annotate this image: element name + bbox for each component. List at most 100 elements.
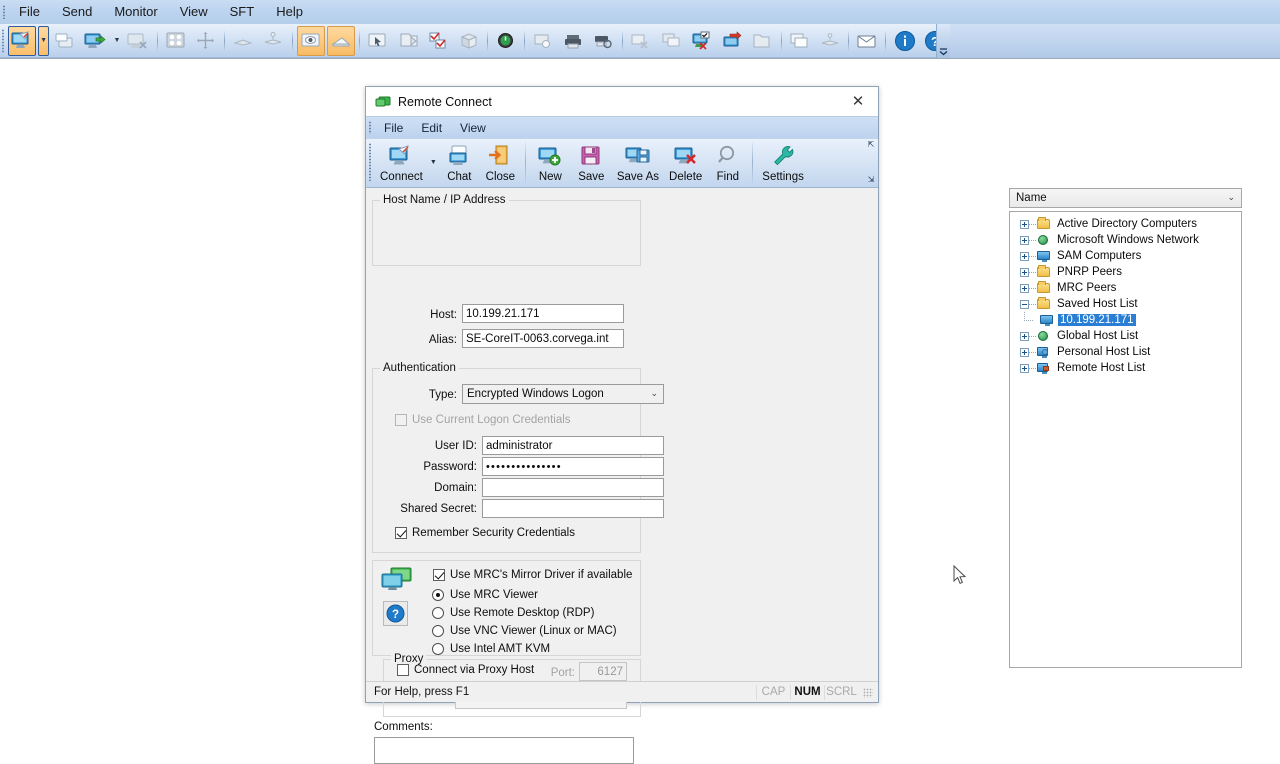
toolbar-printer-icon[interactable] [560,26,588,56]
app-menu-sft[interactable]: SFT [219,1,266,23]
ribbon-more-icon[interactable]: ⇲ [868,176,875,184]
toolbar-check-screen-icon[interactable] [688,26,716,56]
tree-column-header[interactable]: Name ⌄ [1009,188,1242,208]
resize-grip[interactable] [860,685,874,699]
remember-credentials-checkbox[interactable]: Remember Security Credentials [395,527,575,539]
expander-plus-icon[interactable] [1020,236,1029,245]
tree-item-host-10-199-21-171[interactable]: 10.199.21.171 [1012,312,1241,328]
ribbon-connect-button[interactable]: Connect [375,139,428,187]
expander-plus-icon[interactable] [1020,364,1029,373]
toolbar-remote-control-dropdown-icon[interactable]: ▼ [38,26,49,56]
toolbar-package-icon[interactable] [455,26,483,56]
toolbar-deploy-icon[interactable] [259,26,287,56]
dialog-menu-view[interactable]: View [451,119,495,137]
dialog-title-bar[interactable]: Remote Connect ✕ [366,87,878,116]
toolbar-folder-delete-icon[interactable] [748,26,776,56]
ribbon-expand-controls[interactable]: ⇱ ⇲ [865,139,877,187]
viewer-help-icon[interactable]: ? [383,601,408,626]
mirror-driver-checkbox[interactable]: Use MRC's Mirror Driver if available [433,569,632,581]
toolbar-overflow-button[interactable] [936,24,950,58]
ribbon-close-button[interactable]: Close [480,139,521,187]
alias-input[interactable]: SE-CoreIT-0063.corvega.int [462,329,624,348]
toolbar-checklist-icon[interactable] [425,26,453,56]
app-menu-send[interactable]: Send [51,1,103,23]
proxy-port-input[interactable]: 6127 [579,662,627,681]
tree-item-active-directory-computers[interactable]: Active Directory Computers [1012,216,1241,232]
menu-grip[interactable] [0,0,8,24]
viewer-option-vnc[interactable]: Use VNC Viewer (Linux or MAC) [432,625,617,637]
expander-plus-icon[interactable] [1020,220,1029,229]
password-input[interactable]: ••••••••••••••• [482,457,664,476]
toolbar-file-transfer-icon[interactable] [394,26,422,56]
toolbar-copy-screen-icon[interactable] [658,26,686,56]
ribbon-connect-dropdown-icon[interactable]: ▼ [428,139,439,185]
ribbon-delete-button[interactable]: Delete [664,139,707,187]
expander-plus-icon[interactable] [1020,268,1029,277]
tree-item-microsoft-windows-network[interactable]: Microsoft Windows Network [1012,232,1241,248]
ribbon-new-button[interactable]: New [530,139,571,187]
expander-minus-icon[interactable] [1020,300,1029,309]
toolbar-power-icon[interactable] [492,26,520,56]
dialog-menu-grip[interactable] [366,117,375,139]
app-menu-monitor[interactable]: Monitor [103,1,168,23]
host-tree[interactable]: Active Directory Computers Microsoft Win… [1009,211,1242,668]
toolbar-pointer-select-icon[interactable] [364,26,392,56]
connect-via-proxy-checkbox[interactable]: Connect via Proxy Host [397,664,534,676]
auth-type-select[interactable]: Encrypted Windows Logon ⌄ [462,384,664,404]
tree-item-personal-host-list[interactable]: Personal Host List [1012,344,1241,360]
viewer-option-rdp[interactable]: Use Remote Desktop (RDP) [432,607,594,619]
app-menu-view[interactable]: View [169,1,219,23]
app-menu-file[interactable]: File [8,1,51,23]
toolbar-printer-search-icon[interactable] [590,26,618,56]
toolbar-view-only-icon[interactable] [297,26,325,56]
ribbon-settings-button[interactable]: Settings [757,139,809,187]
toolbar-info-icon[interactable] [890,26,918,56]
app-menu-help[interactable]: Help [265,1,314,23]
ribbon-collapse-icon[interactable]: ⇱ [868,141,875,149]
toolbar-scan-wave-icon[interactable] [816,26,844,56]
expander-plus-icon[interactable] [1020,348,1029,357]
expander-plus-icon[interactable] [1020,332,1029,341]
tree-item-remote-host-list[interactable]: Remote Host List [1012,360,1241,376]
ribbon-save-as-button[interactable]: Save As [612,139,664,187]
domain-input[interactable] [482,478,664,497]
tree-item-pnrp-peers[interactable]: PNRP Peers [1012,264,1241,280]
use-current-credentials-checkbox[interactable]: Use Current Logon Credentials [395,414,571,426]
ribbon-save-button[interactable]: Save [571,139,612,187]
comments-input[interactable] [374,737,634,764]
toolbar-scatter-view-icon[interactable] [162,26,190,56]
toolbar-share-icon[interactable] [327,26,355,56]
toolbar-connect-dropdown-icon[interactable]: ▼ [112,26,123,56]
tree-item-saved-host-list[interactable]: Saved Host List [1012,296,1241,312]
dialog-menu-edit[interactable]: Edit [412,119,451,137]
tree-item-global-host-list[interactable]: Global Host List [1012,328,1241,344]
ribbon-grip[interactable] [366,139,375,187]
ribbon-chat-button[interactable]: Chat [439,139,480,187]
toolbar-connect-green-icon[interactable] [81,26,109,56]
shared-secret-input[interactable] [482,499,664,518]
viewer-option-mrc[interactable]: Use MRC Viewer [432,589,538,601]
toolbar-mail-icon[interactable] [853,26,881,56]
toolbar-move-icon[interactable] [192,26,220,56]
toolbar-remote-control-icon[interactable] [8,26,36,56]
dialog-menu-file[interactable]: File [375,119,412,137]
user-id-input[interactable]: administrator [482,436,664,455]
ribbon-find-button[interactable]: Find [707,139,748,187]
toolbar-grip[interactable] [0,25,7,57]
wrench-icon [770,142,796,170]
toolbar-inventory-icon[interactable] [529,26,557,56]
toolbar-remove-screen-icon[interactable] [627,26,655,56]
comments-label: Comments: [374,721,444,733]
toolbar-disconnect-icon[interactable] [124,26,152,56]
toolbar-chat-icon[interactable] [51,26,79,56]
viewer-option-amt[interactable]: Use Intel AMT KVM [432,643,550,655]
toolbar-scan-icon[interactable] [229,26,257,56]
expander-plus-icon[interactable] [1020,252,1029,261]
host-input[interactable]: 10.199.21.171 [462,304,624,323]
toolbar-windows-arrange-icon[interactable] [786,26,814,56]
toolbar-send-screen-icon[interactable] [718,26,746,56]
expander-plus-icon[interactable] [1020,284,1029,293]
tree-item-mrc-peers[interactable]: MRC Peers [1012,280,1241,296]
tree-item-sam-computers[interactable]: SAM Computers [1012,248,1241,264]
close-icon[interactable]: ✕ [838,87,878,115]
